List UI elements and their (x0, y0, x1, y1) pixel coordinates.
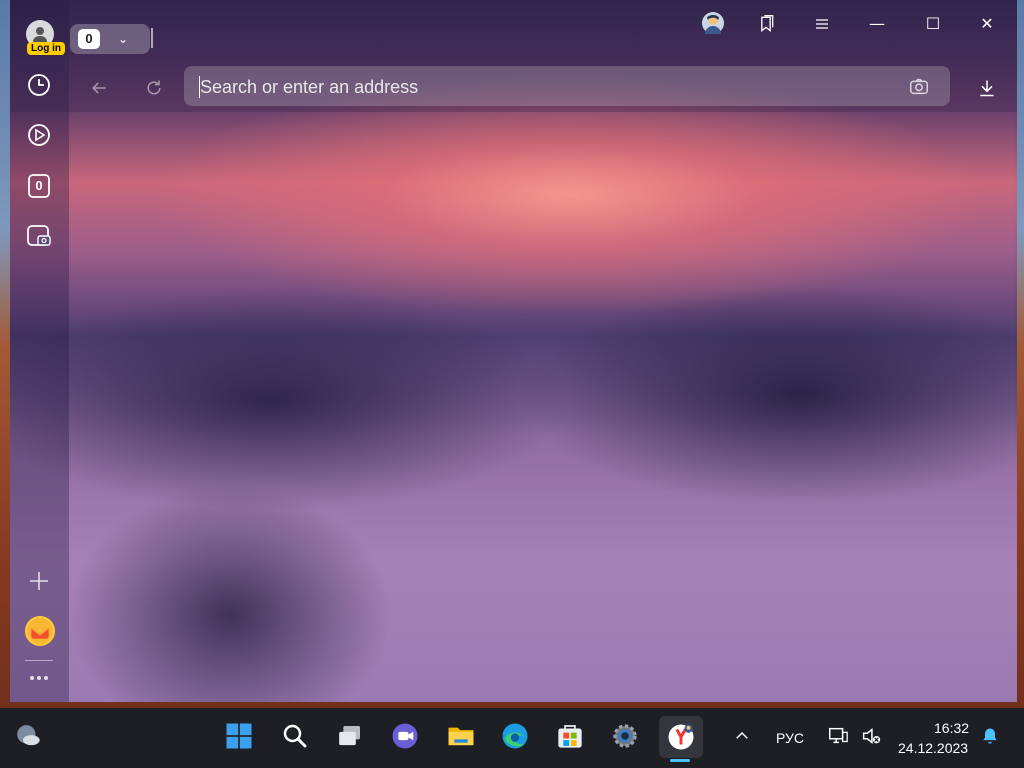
chat-icon[interactable] (387, 718, 423, 754)
task-view-icon[interactable] (332, 718, 368, 754)
browser-window: Log in 0 ⌄ — ☐ ✕ 0 (10, 0, 1017, 702)
new-tab-page[interactable] (69, 112, 1015, 702)
divider (151, 28, 153, 48)
mail-icon[interactable] (25, 616, 55, 646)
more-icon[interactable] (26, 666, 52, 690)
bookmarks-icon[interactable] (754, 12, 778, 36)
back-icon[interactable] (87, 76, 111, 100)
history-icon[interactable] (26, 72, 52, 98)
login-button[interactable]: Log in (27, 42, 65, 55)
tabs-button[interactable]: 0 ⌄ (70, 24, 150, 54)
show-hidden-icons-chevron[interactable] (726, 718, 758, 754)
store-icon[interactable] (552, 718, 588, 754)
volume-muted-icon[interactable] (855, 718, 887, 754)
sidebar (10, 0, 69, 702)
downloads-icon[interactable] (975, 75, 999, 101)
sidebar-separator (25, 660, 53, 661)
counter-label: 0 (35, 178, 43, 193)
address-bar[interactable] (184, 66, 950, 106)
clock-date[interactable]: 24.12.2023 (898, 740, 968, 756)
reload-icon[interactable] (142, 76, 166, 100)
clock-time[interactable]: 16:32 (934, 720, 969, 736)
menu-icon[interactable] (810, 12, 834, 36)
edge-icon[interactable] (497, 718, 533, 754)
yandex-browser-icon[interactable] (659, 716, 703, 758)
weather-icon[interactable] (10, 718, 46, 754)
tab-dropdown-chevron-icon: ⌄ (118, 32, 129, 46)
taskbar: РУС 16:32 24.12.2023 (0, 708, 1024, 768)
profile-avatar-icon[interactable] (702, 12, 724, 34)
active-app-indicator (670, 759, 690, 762)
counter-icon[interactable]: 0 (26, 173, 52, 199)
minimize-icon[interactable]: — (862, 12, 892, 36)
maximize-icon[interactable]: ☐ (918, 12, 948, 36)
close-icon[interactable]: ✕ (972, 12, 1002, 36)
add-icon[interactable] (26, 568, 52, 594)
address-input[interactable] (198, 72, 882, 102)
camera-search-icon[interactable] (906, 74, 932, 98)
notifications-icon[interactable] (976, 718, 1004, 754)
language-indicator[interactable]: РУС (776, 730, 804, 746)
settings-icon[interactable] (607, 718, 643, 754)
file-explorer-icon[interactable] (443, 718, 479, 754)
screenshot-icon[interactable] (26, 223, 52, 249)
tab-count: 0 (78, 29, 100, 49)
start-icon[interactable] (221, 718, 257, 754)
play-icon[interactable] (26, 122, 52, 148)
network-icon[interactable] (822, 718, 854, 754)
search-icon[interactable] (277, 718, 313, 754)
